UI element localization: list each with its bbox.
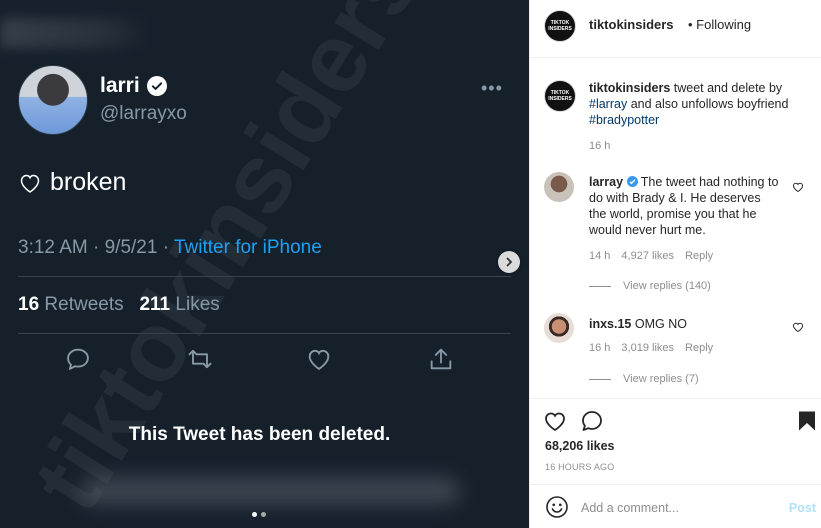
retweets-count: 16: [18, 294, 40, 315]
comment-text: larray The tweet had nothing to do with …: [589, 174, 779, 238]
comment-like-icon[interactable]: [792, 181, 804, 193]
divider: [18, 333, 511, 334]
tweet-source: Twitter for iPhone: [173, 237, 322, 258]
commenter-avatar[interactable]: [544, 313, 574, 343]
caption-time: 16 h: [589, 140, 611, 152]
tweet-stats: 16 Retweets 211 Likes: [18, 294, 220, 316]
carousel-dots: [252, 512, 266, 517]
likes-count: 211: [139, 294, 171, 315]
comment-like-icon[interactable]: [792, 321, 804, 333]
tweet-text: broken: [18, 168, 126, 197]
likes-label: Likes: [175, 294, 220, 315]
comment-likes[interactable]: 4,927 likes: [621, 250, 674, 262]
heart-outline-icon: [20, 174, 40, 193]
tweet-author: larri: [100, 74, 167, 98]
comment-text: inxs.15 OMG NO: [589, 316, 779, 332]
reply-button[interactable]: Reply: [685, 342, 713, 354]
save-bookmark-icon[interactable]: [795, 409, 819, 433]
share-icon: [430, 348, 452, 370]
comment-time: 16 h: [589, 342, 611, 354]
like-icon[interactable]: [543, 409, 567, 433]
divider: [589, 378, 611, 380]
comment-body: OMG NO: [631, 317, 687, 331]
carousel-dot-active: [252, 512, 257, 517]
tweet-avatar: [18, 65, 88, 135]
emoji-icon[interactable]: [545, 495, 569, 519]
post-likes[interactable]: 68,206 likes: [545, 439, 615, 453]
caption-body: tweet and delete by: [670, 81, 783, 95]
view-replies-label[interactable]: View replies (7): [623, 373, 699, 385]
retweets-label: Retweets: [44, 294, 124, 315]
verified-icon: [626, 176, 638, 187]
comment-meta: 14 h 4,927 likes Reply: [589, 250, 724, 262]
post-header: TIKTOK INSIDERS tiktokinsiders • Followin…: [530, 0, 821, 58]
account-username[interactable]: tiktokinsiders: [589, 17, 674, 32]
deleted-notice: This Tweet has been deleted.: [128, 424, 391, 445]
view-replies[interactable]: View replies (140): [589, 280, 711, 292]
post-media: tiktokinsiders larri @larrayxo ••• broke…: [0, 0, 529, 528]
caption-avatar[interactable]: TIKTOK INSIDERS: [544, 80, 576, 112]
tweet-actions: [0, 345, 529, 375]
caption-username[interactable]: tiktokinsiders: [589, 81, 670, 95]
add-comment-bar: Add a comment... Post: [530, 484, 821, 528]
post-panel: TIKTOK INSIDERS tiktokinsiders • Followin…: [529, 0, 821, 528]
verified-icon: [146, 76, 167, 96]
post-actions: 68,206 likes 16 HOURS AGO: [530, 398, 821, 478]
hashtag-link[interactable]: #larray: [589, 97, 627, 111]
blurred-region: [80, 478, 460, 504]
tweet-author-name: larri: [100, 74, 140, 97]
caption-text: tiktokinsiders tweet and delete by #larr…: [589, 80, 809, 128]
comment-username[interactable]: larray: [589, 175, 623, 189]
post-time: 16 HOURS AGO: [545, 462, 615, 472]
account-avatar[interactable]: TIKTOK INSIDERS: [544, 10, 576, 42]
chevron-right-icon: [506, 257, 513, 267]
following-status[interactable]: • Following: [688, 17, 751, 32]
divider: [589, 285, 611, 287]
carousel-dot: [261, 512, 266, 517]
reply-button[interactable]: Reply: [685, 250, 713, 262]
hashtag-link[interactable]: #bradypotter: [589, 113, 659, 127]
caption-body: and also unfollows boyfriend: [627, 97, 789, 111]
comment-time: 14 h: [589, 250, 611, 262]
comment-icon[interactable]: [580, 409, 604, 433]
next-slide-button[interactable]: [498, 251, 520, 273]
tweet-timestamp: 3:12 AM · 9/5/21 ·: [18, 237, 174, 258]
comment-username[interactable]: inxs.15: [589, 317, 631, 331]
blurred-region: [0, 18, 150, 48]
comment-likes[interactable]: 3,019 likes: [621, 342, 674, 354]
tweet-handle: @larrayxo: [100, 103, 187, 124]
view-replies-label[interactable]: View replies (140): [623, 280, 711, 292]
reply-icon: [67, 348, 89, 370]
comment-input[interactable]: Add a comment...: [581, 501, 679, 515]
comment-meta: 16 h 3,019 likes Reply: [589, 342, 724, 354]
view-replies[interactable]: View replies (7): [589, 373, 699, 385]
tweet-meta: 3:12 AM · 9/5/21 · Twitter for iPhone: [18, 237, 322, 259]
like-icon: [308, 349, 330, 371]
divider: [18, 276, 511, 277]
tweet-text-content: broken: [50, 168, 127, 196]
more-icon: •••: [481, 78, 503, 98]
retweet-icon: [188, 349, 212, 369]
commenter-avatar[interactable]: [544, 172, 574, 202]
post-comment-button[interactable]: Post: [789, 501, 816, 515]
